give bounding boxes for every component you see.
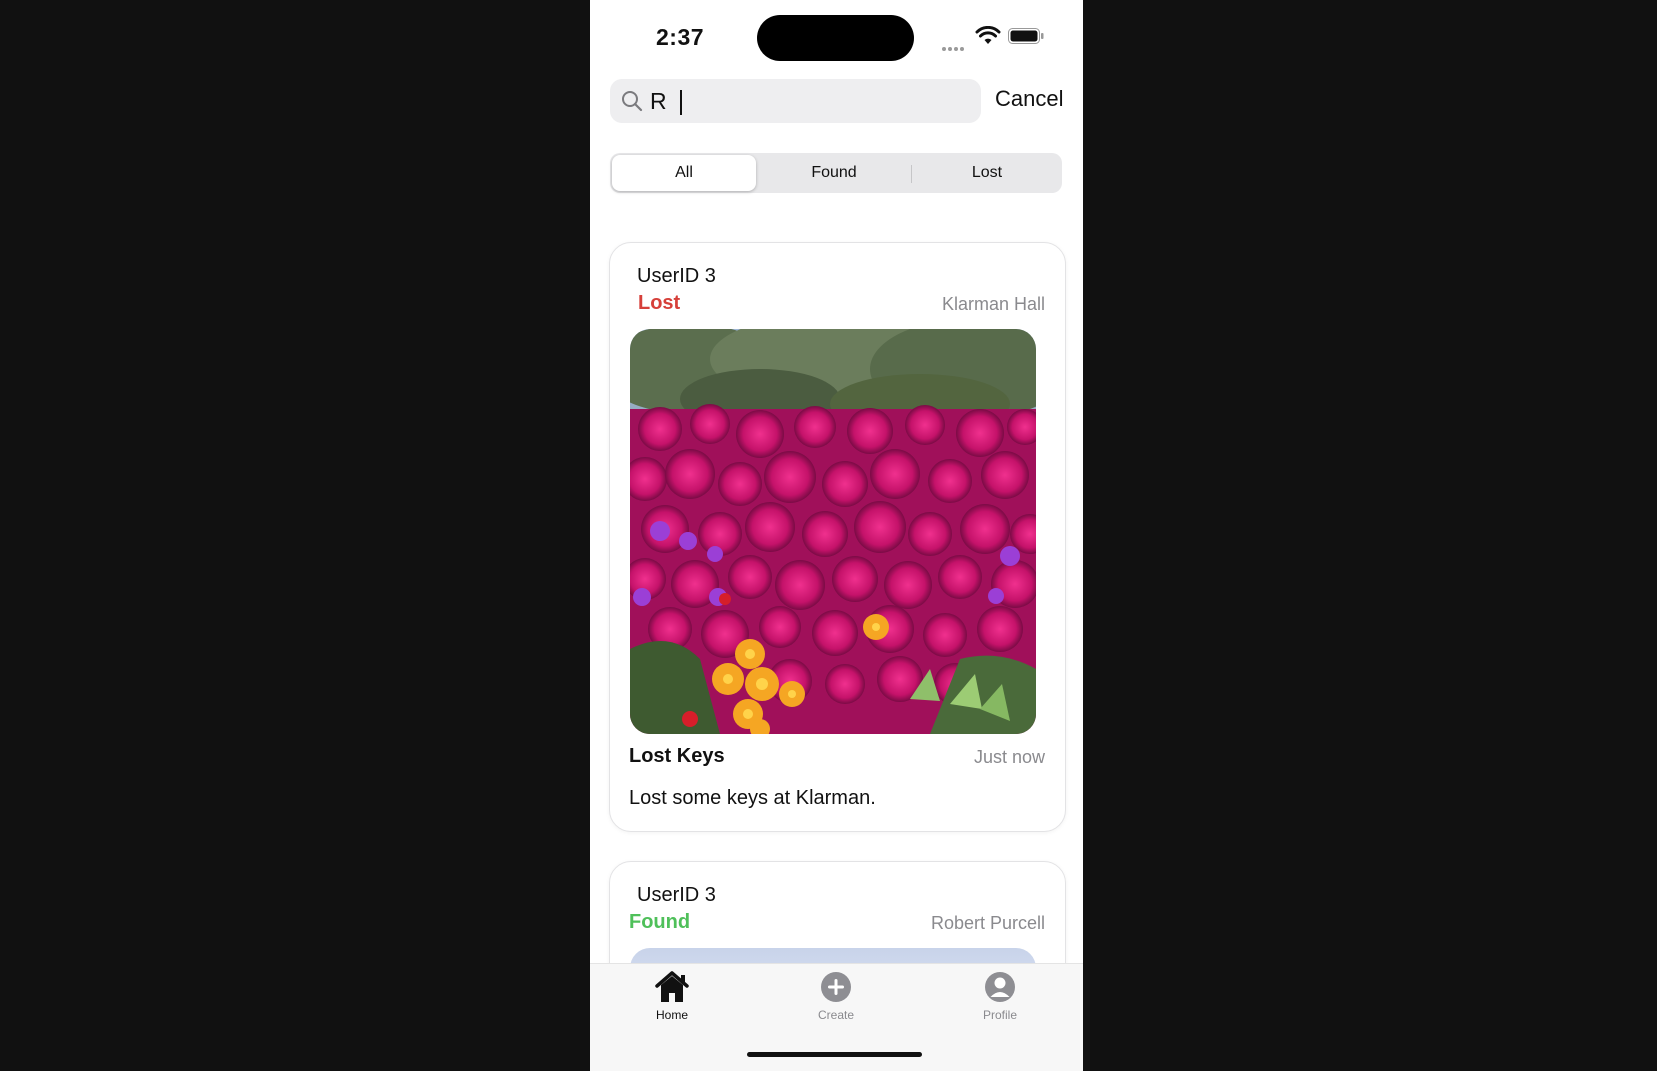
text-cursor [680,90,682,115]
post-photo[interactable] [630,329,1036,734]
plus-circle-icon [821,972,851,1002]
tab-label: Home [655,1008,688,1022]
search-input[interactable] [650,85,970,117]
segment-divider [911,165,912,183]
post-location: Klarman Hall [941,294,1045,314]
post-user-id: UserID 3 [637,884,716,906]
post-card[interactable]: UserID 3 Lost Klarman Hall Lost Keys Jus… [609,242,1066,832]
search-bar[interactable] [610,79,981,123]
home-icon [655,971,689,1002]
post-location: Robert Purcell [930,913,1045,933]
tab-profile[interactable]: Profile [940,970,1060,1022]
tab-home[interactable]: Home [612,970,732,1022]
post-description: Lost some keys at Klarman. [629,787,876,809]
cancel-button[interactable]: Cancel [995,86,1063,112]
phone-screen: 2:37 Cancel All Found Lost UserID 3 Lost… [590,0,1083,1071]
segment-all[interactable]: All [612,155,756,191]
segment-lost[interactable]: Lost [914,155,1060,191]
wifi-icon [975,26,1001,44]
home-indicator [747,1052,922,1057]
segment-found[interactable]: Found [762,155,906,191]
cellular-signal-icon [942,38,970,51]
tab-label: Profile [982,1008,1017,1022]
post-status-badge: Lost [638,292,681,314]
person-circle-icon [985,972,1015,1002]
post-time: Just now [973,747,1045,767]
battery-icon [1008,28,1044,44]
post-title: Lost Keys [629,745,725,767]
search-icon [622,91,643,112]
filter-segmented-control: All Found Lost [610,153,1062,193]
post-status-badge: Found [629,911,691,933]
status-time: 2:37 [656,24,705,50]
tab-label: Create [817,1008,855,1022]
tab-create[interactable]: Create [776,970,896,1022]
flower-field-photo [630,329,1036,734]
post-user-id: UserID 3 [637,265,716,287]
dynamic-island [757,15,914,61]
